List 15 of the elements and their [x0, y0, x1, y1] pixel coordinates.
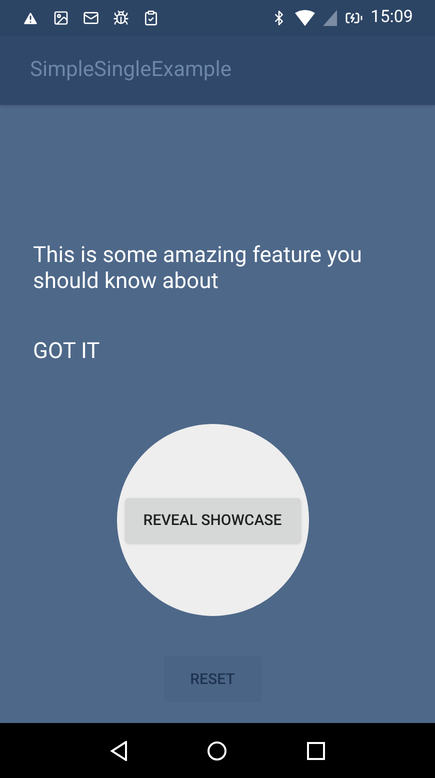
clipboard-check-icon: [143, 10, 159, 26]
mail-icon: [83, 10, 99, 26]
clock-time: 15:09: [370, 6, 413, 30]
app-title: SimpleSingleExample: [30, 56, 232, 84]
back-icon[interactable]: [110, 740, 128, 760]
image-icon: [53, 10, 69, 26]
got-it-link[interactable]: GOT IT: [33, 335, 100, 368]
warning-icon: [22, 10, 39, 26]
showcase-message: This is some amazing feature you should know about: [33, 243, 363, 295]
no-signal-icon: [322, 10, 337, 26]
overview-icon[interactable]: [307, 742, 326, 760]
wifi-icon: [294, 10, 315, 26]
reveal-showcase-button[interactable]: REVEAL SHOWCASE: [124, 498, 300, 542]
home-icon[interactable]: [207, 740, 228, 760]
bug-icon: [113, 10, 129, 26]
